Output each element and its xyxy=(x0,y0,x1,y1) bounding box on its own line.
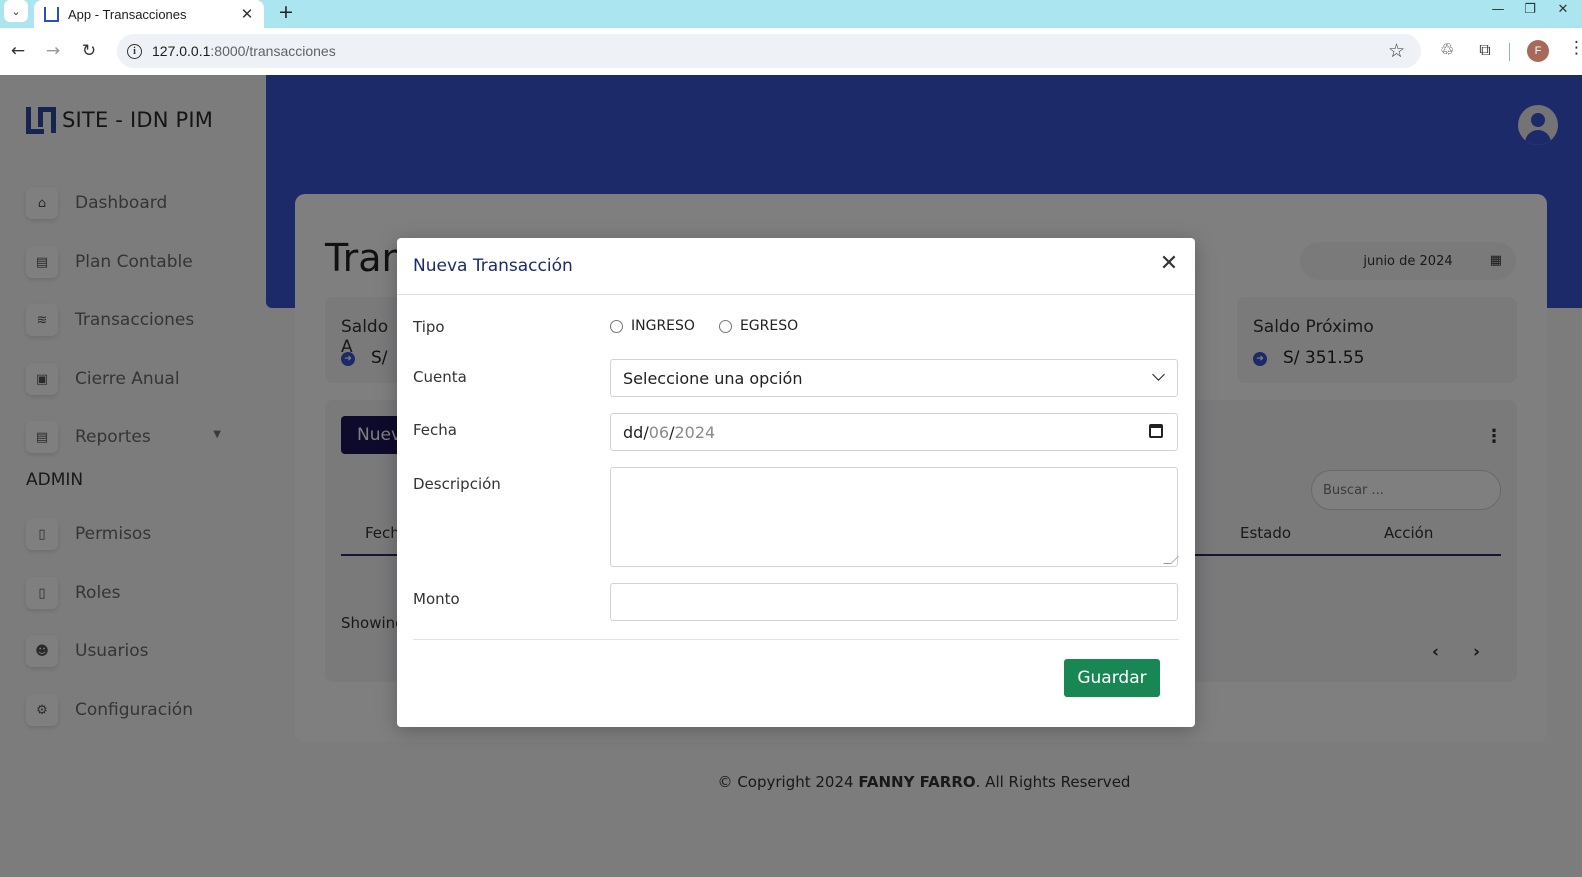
egreso-radio[interactable] xyxy=(718,319,732,333)
new-tab-plus-icon[interactable]: + xyxy=(276,1,296,23)
cuenta-label: Cuenta xyxy=(413,368,467,386)
save-button[interactable]: Guardar xyxy=(1064,659,1160,697)
browser-menu-icon[interactable]: ⋮ xyxy=(1568,38,1582,58)
modal-header: Nueva Transacción ✕ xyxy=(397,238,1195,295)
site-info-icon[interactable]: i xyxy=(127,43,142,59)
site-favicon-icon xyxy=(44,6,59,22)
toolbar-separator xyxy=(1509,43,1510,61)
url-path: :8000/transacciones xyxy=(210,43,336,59)
browser-tab[interactable]: App - Transacciones ✕ xyxy=(34,0,264,28)
date-day[interactable]: dd xyxy=(623,423,643,442)
monto-label: Monto xyxy=(413,590,460,608)
modal-title: Nueva Transacción xyxy=(413,256,573,276)
restore-icon[interactable]: ❐ xyxy=(1521,2,1539,17)
date-month[interactable]: 06 xyxy=(649,423,669,442)
tab-close-icon[interactable]: ✕ xyxy=(240,5,254,23)
back-arrow-icon[interactable]: ← xyxy=(6,39,30,63)
profile-avatar[interactable]: F xyxy=(1527,40,1549,62)
monto-input[interactable] xyxy=(610,583,1178,621)
tipo-label: Tipo xyxy=(413,318,445,336)
browser-toolbar: ← → ↻ i 127.0.0.1:8000/transacciones ☆ ♲… xyxy=(0,28,1582,75)
tipo-radio-group: INGRESO EGRESO xyxy=(610,318,822,334)
browser-tab-bar: ⌄ App - Transacciones ✕ + — ❐ ✕ xyxy=(0,0,1582,28)
calendar-icon[interactable] xyxy=(1149,424,1163,438)
descripcion-textarea[interactable] xyxy=(610,467,1179,567)
egreso-radio-label[interactable]: EGRESO xyxy=(740,318,798,334)
fecha-date-input[interactable]: dd/06/2024 xyxy=(610,413,1178,451)
fecha-date-value: dd/06/2024 xyxy=(623,423,716,442)
ingreso-radio-label[interactable]: INGRESO xyxy=(631,318,695,334)
cuenta-select[interactable]: Seleccione una opción xyxy=(610,359,1178,397)
window-close-icon[interactable]: ✕ xyxy=(1554,2,1572,17)
address-bar[interactable]: i 127.0.0.1:8000/transacciones ☆ xyxy=(117,34,1421,68)
descripcion-label: Descripción xyxy=(413,475,501,493)
tab-title: App - Transacciones xyxy=(68,6,187,22)
ingreso-radio[interactable] xyxy=(610,319,623,333)
resize-handle-icon[interactable] xyxy=(1163,556,1179,564)
new-transaction-modal: Nueva Transacción ✕ Tipo INGRESO EGRESO … xyxy=(397,238,1195,727)
cuenta-select-value: Seleccione una opción xyxy=(623,369,803,388)
tab-search-chevron-icon[interactable]: ⌄ xyxy=(4,0,28,22)
forward-arrow-icon[interactable]: → xyxy=(41,39,65,63)
chevron-down-icon xyxy=(1152,368,1165,381)
fecha-label: Fecha xyxy=(413,421,457,439)
bookmark-star-icon[interactable]: ☆ xyxy=(1388,40,1405,62)
close-icon[interactable]: ✕ xyxy=(1157,252,1181,276)
minimize-icon[interactable]: — xyxy=(1489,2,1507,17)
url-host: 127.0.0.1 xyxy=(152,43,211,59)
recycle-extension-icon[interactable]: ♲ xyxy=(1436,40,1458,59)
date-year[interactable]: 2024 xyxy=(674,423,715,442)
reload-icon[interactable]: ↻ xyxy=(77,39,101,63)
extensions-puzzle-icon[interactable]: ⧉ xyxy=(1474,40,1496,60)
modal-footer-divider xyxy=(413,639,1179,640)
